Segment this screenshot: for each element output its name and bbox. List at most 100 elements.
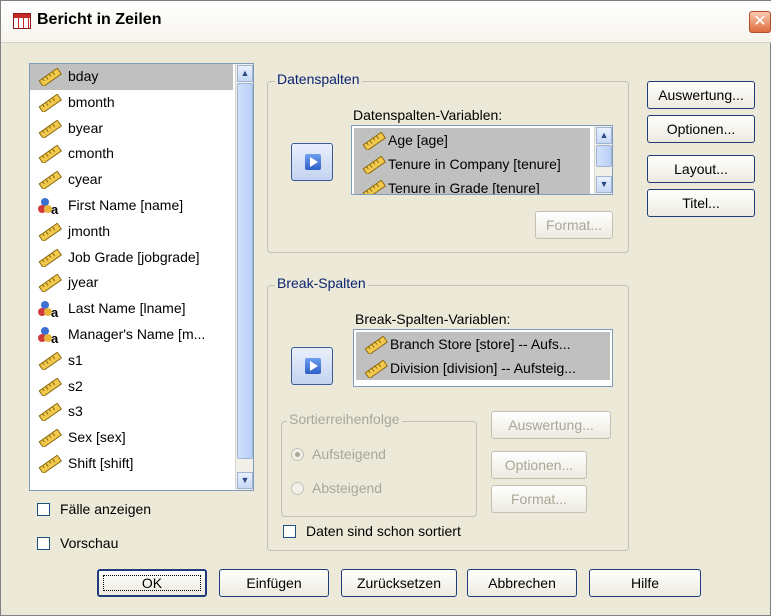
data-column-variable[interactable]: Tenure in Grade [tenure] <box>354 176 590 194</box>
preview-checkbox[interactable] <box>37 536 50 550</box>
report-dialog: Bericht in Zeilen ✕ bday bmonth byear cmont… <box>0 0 771 616</box>
layout-button[interactable]: Layout... <box>647 155 755 183</box>
source-variable-item[interactable]: jmonth <box>30 219 233 245</box>
break-columns-group-label: Break-Spalten <box>275 275 368 291</box>
cancel-button[interactable]: Abbrechen <box>467 569 577 597</box>
source-variable-item[interactable]: a Last Name [lname] <box>30 296 233 322</box>
scale-icon <box>38 145 62 164</box>
source-variable-item[interactable]: cmonth <box>30 141 233 167</box>
source-variable-item[interactable]: byear <box>30 116 233 142</box>
variable-label: cyear <box>68 171 103 188</box>
variable-label: Branch Store [store] -- Aufs... <box>390 336 571 352</box>
scroll-thumb[interactable] <box>237 83 253 459</box>
data-columns-items: Age [age] Tenure in Company [tenure] Tenur… <box>354 128 590 194</box>
variable-label: Age [age] <box>388 132 448 148</box>
scale-icon <box>364 336 388 354</box>
show-cases-label: Fälle anzeigen <box>60 501 152 517</box>
descending-radio[interactable] <box>291 481 304 495</box>
scale-icon <box>38 403 62 422</box>
source-variable-item[interactable]: s1 <box>30 348 233 374</box>
scroll-up-button[interactable]: ▲ <box>237 65 253 82</box>
data-columns-scroll-thumb[interactable] <box>596 145 612 167</box>
variable-label: bmonth <box>68 93 115 110</box>
titles-button[interactable]: Titel... <box>647 189 755 217</box>
break-summary-button[interactable]: Auswertung... <box>491 411 611 439</box>
scale-icon <box>38 377 62 396</box>
source-variable-list[interactable]: bday bmonth byear cmonth cyear a First Name [n… <box>29 63 254 491</box>
paste-button[interactable]: Einfügen <box>219 569 329 597</box>
scale-icon <box>38 454 62 473</box>
summary-button[interactable]: Auswertung... <box>647 81 755 109</box>
dialog-title: Bericht in Zeilen <box>37 11 162 28</box>
scroll-down-button[interactable]: ▼ <box>237 472 253 489</box>
presorted-checkbox[interactable] <box>283 524 296 538</box>
data-columns-format-button[interactable]: Format... <box>535 211 613 239</box>
source-variable-item[interactable]: Sex [sex] <box>30 425 233 451</box>
scale-icon <box>362 132 386 150</box>
break-columns-list-label: Break-Spalten-Variablen: <box>355 311 511 327</box>
data-column-variable[interactable]: Tenure in Company [tenure] <box>354 152 590 176</box>
move-to-break-columns-button[interactable] <box>291 347 333 385</box>
preview-option[interactable]: Vorschau <box>37 535 118 551</box>
data-column-variable[interactable]: Age [age] <box>354 128 590 152</box>
scale-icon <box>38 351 62 370</box>
show-cases-checkbox[interactable] <box>37 502 50 516</box>
show-cases-option[interactable]: Fälle anzeigen <box>37 501 151 517</box>
move-to-data-columns-button[interactable] <box>291 143 333 181</box>
scale-icon <box>38 93 62 112</box>
break-column-variable[interactable]: Division [division] -- Aufsteig... <box>356 356 610 380</box>
data-columns-scroll-down[interactable]: ▼ <box>596 176 612 193</box>
variable-label: byear <box>68 119 104 136</box>
scale-icon <box>38 429 62 448</box>
reset-button[interactable]: Zurücksetzen <box>341 569 457 597</box>
source-variable-item[interactable]: jyear <box>30 270 233 296</box>
break-columns-items: Branch Store [store] -- Aufs... Division … <box>356 332 610 380</box>
source-variable-item[interactable]: Job Grade [jobgrade] <box>30 245 233 271</box>
source-variable-item[interactable]: s2 <box>30 374 233 400</box>
variable-label: Sex [sex] <box>68 429 126 446</box>
close-icon: ✕ <box>753 13 767 30</box>
svg-text:a: a <box>51 305 59 318</box>
variable-label: Tenure in Company [tenure] <box>388 156 561 172</box>
ascending-radio[interactable] <box>291 447 304 461</box>
source-variable-item[interactable]: bday <box>30 64 233 90</box>
variable-label: cmonth <box>68 145 114 162</box>
ok-button[interactable]: OK <box>97 569 207 597</box>
data-columns-scrollbar[interactable]: ▲ ▼ <box>594 126 612 194</box>
break-format-button[interactable]: Format... <box>491 485 587 513</box>
source-list-scrollbar[interactable]: ▲ ▼ <box>235 64 253 490</box>
scale-icon <box>362 180 386 194</box>
variable-label: jyear <box>68 274 99 291</box>
variable-label: s2 <box>68 377 83 394</box>
help-button[interactable]: Hilfe <box>589 569 701 597</box>
data-columns-list[interactable]: Age [age] Tenure in Company [tenure] Tenur… <box>351 125 613 195</box>
source-variable-item[interactable]: Shift [shift] <box>30 451 233 477</box>
options-button[interactable]: Optionen... <box>647 115 755 143</box>
table-report-icon <box>13 13 31 29</box>
ok-label: OK <box>99 571 205 595</box>
close-button[interactable]: ✕ <box>749 11 771 33</box>
descending-label: Absteigend <box>312 480 383 496</box>
nominal-string-icon: a <box>38 326 59 344</box>
descending-option[interactable]: Absteigend <box>291 480 382 496</box>
sort-order-group <box>281 421 477 517</box>
variable-label: s3 <box>68 403 83 420</box>
arrow-right-icon <box>305 154 321 170</box>
source-variable-item[interactable]: cyear <box>30 167 233 193</box>
source-variable-item[interactable]: a Manager's Name [m... <box>30 322 233 348</box>
source-variable-item[interactable]: bmonth <box>30 90 233 116</box>
preview-label: Vorschau <box>60 535 119 551</box>
scale-icon <box>38 119 62 138</box>
presorted-option[interactable]: Daten sind schon sortiert <box>283 523 461 539</box>
break-column-variable[interactable]: Branch Store [store] -- Aufs... <box>356 332 610 356</box>
variable-label: Job Grade [jobgrade] <box>68 248 200 265</box>
variable-label: Last Name [lname] <box>68 300 186 317</box>
scale-icon <box>38 274 62 293</box>
break-options-button[interactable]: Optionen... <box>491 451 587 479</box>
source-variable-item[interactable]: s3 <box>30 399 233 425</box>
source-variable-item[interactable]: a First Name [name] <box>30 193 233 219</box>
scale-icon <box>364 360 388 378</box>
data-columns-scroll-up[interactable]: ▲ <box>596 127 612 144</box>
ascending-option[interactable]: Aufsteigend <box>291 446 386 462</box>
break-columns-list[interactable]: Branch Store [store] -- Aufs... Division … <box>353 329 613 387</box>
